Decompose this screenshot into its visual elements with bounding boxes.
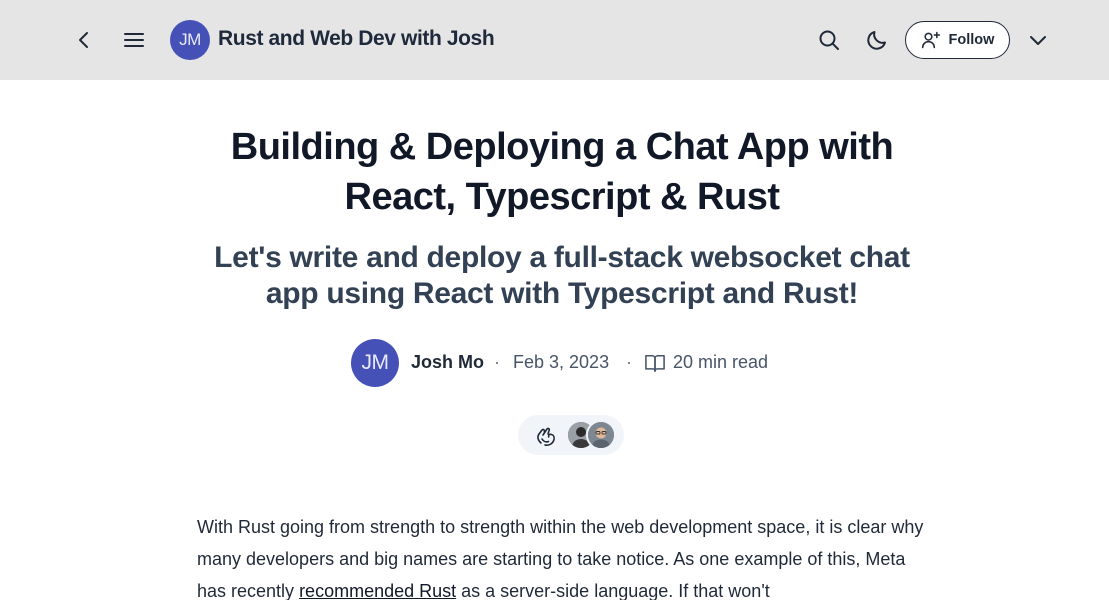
more-button[interactable] [1024, 26, 1052, 54]
meta-separator: · [626, 352, 632, 372]
author-name[interactable]: Josh Mo [411, 352, 484, 373]
back-button[interactable] [70, 26, 98, 54]
reactions-button[interactable] [518, 415, 624, 455]
search-icon [819, 30, 839, 50]
top-bar: JM Rust and Web Dev with Josh Follow [0, 0, 1109, 80]
article-subtitle: Let's write and deploy a full-stack webs… [214, 241, 910, 310]
blog-title[interactable]: Rust and Web Dev with Josh [218, 27, 495, 51]
meta-separator: · [494, 352, 500, 372]
add-user-icon [921, 31, 940, 49]
read-time: 20 min read [673, 352, 769, 372]
blog-avatar[interactable]: JM [170, 20, 210, 60]
follow-label: Follow [948, 32, 995, 48]
theme-toggle-button[interactable] [863, 26, 891, 54]
recommended-rust-link[interactable]: recommended Rust [299, 581, 456, 600]
article-title: Building & Deploying a Chat App with Rea… [230, 126, 894, 218]
clap-icon [537, 427, 555, 447]
book-icon [645, 354, 665, 372]
moon-icon [867, 31, 886, 50]
reactor-avatar [586, 420, 616, 450]
menu-icon [124, 33, 144, 47]
body-text: as a server-side language. If that won't [456, 581, 770, 600]
search-button[interactable] [815, 26, 843, 54]
article-body-paragraph: With Rust going from strength to strengt… [197, 511, 937, 600]
back-icon [79, 32, 88, 48]
chevron-down-icon [1030, 36, 1046, 45]
menu-button[interactable] [120, 26, 148, 54]
publish-date[interactable]: Feb 3, 2023 [513, 352, 609, 373]
follow-button[interactable]: Follow [905, 21, 1010, 59]
author-avatar[interactable]: JM [351, 339, 399, 387]
